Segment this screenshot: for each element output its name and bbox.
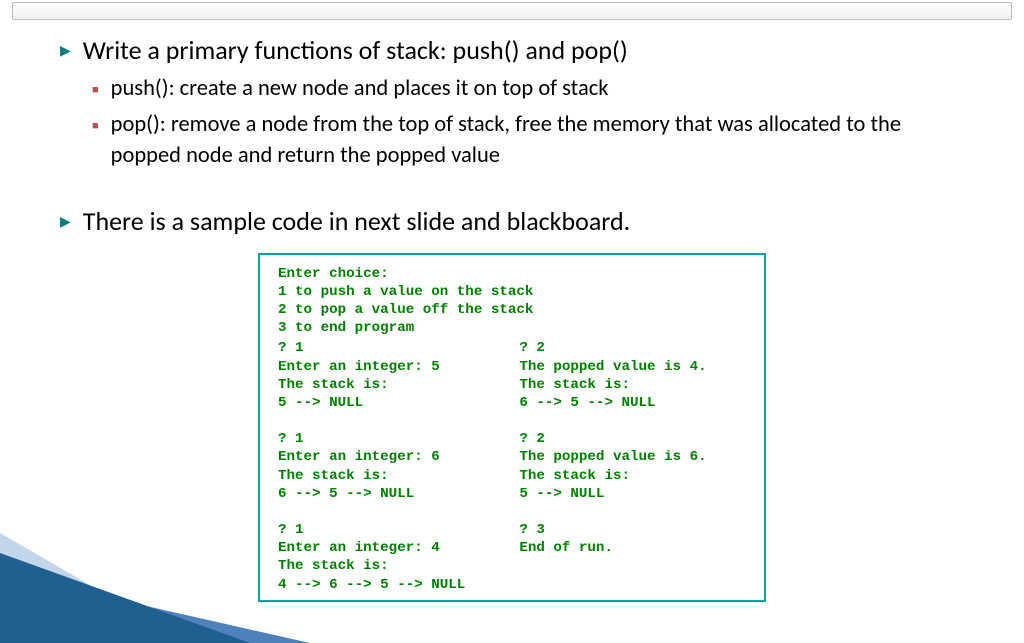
code-header: Enter choice: 1 to push a value on the s… — [278, 265, 752, 338]
bullet-text: pop(): remove a node from the top of sta… — [111, 110, 964, 171]
code-right-col: ? 2 The popped value is 4. The stack is:… — [519, 339, 706, 593]
arrow-icon: ▶ — [60, 213, 71, 230]
bullet-lvl2-1: ■ push(): create a new node and places i… — [92, 74, 964, 104]
square-icon: ■ — [92, 119, 99, 132]
arrow-icon: ▶ — [60, 42, 71, 59]
bullet-text: push(): create a new node and places it … — [111, 74, 609, 104]
square-icon: ■ — [92, 83, 99, 96]
bullet-lvl1-2: ▶ There is a sample code in next slide a… — [60, 205, 964, 239]
bullet-text: There is a sample code in next slide and… — [83, 205, 630, 239]
decorative-triangle — [0, 553, 250, 643]
address-bar[interactable] — [12, 2, 1012, 20]
bullet-text: Write a primary functions of stack: push… — [83, 34, 628, 68]
code-output-box: Enter choice: 1 to push a value on the s… — [258, 253, 766, 602]
slide-content: ▶ Write a primary functions of stack: pu… — [0, 20, 1024, 602]
bullet-lvl2-2: ■ pop(): remove a node from the top of s… — [92, 110, 964, 171]
code-left-col: ? 1 Enter an integer: 5 The stack is: 5 … — [278, 339, 465, 593]
bullet-lvl1-1: ▶ Write a primary functions of stack: pu… — [60, 34, 964, 68]
